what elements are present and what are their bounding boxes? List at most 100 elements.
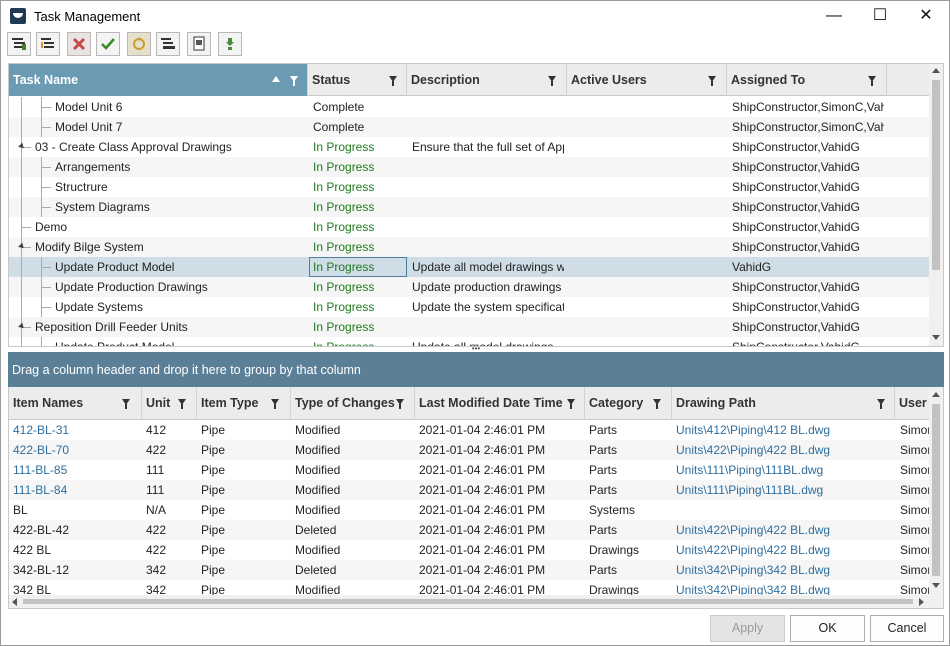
sort-ascending-icon[interactable] bbox=[272, 76, 280, 82]
scroll-down-arrow-icon[interactable] bbox=[932, 583, 940, 588]
task-grid-vertical-scrollbar[interactable] bbox=[929, 64, 943, 346]
drawing-path-cell[interactable]: Units\111\Piping\111BL.dwg bbox=[676, 460, 893, 480]
scroll-up-arrow-icon[interactable] bbox=[932, 392, 940, 397]
scroll-up-arrow-icon[interactable] bbox=[932, 68, 940, 73]
item-name-cell[interactable]: 111-BL-85 bbox=[13, 460, 140, 480]
filter-icon[interactable] bbox=[271, 399, 279, 409]
column-header-active-users[interactable]: Active Users bbox=[567, 64, 727, 96]
scrollbar-thumb[interactable] bbox=[23, 599, 913, 604]
column-header-user[interactable]: User bbox=[895, 387, 929, 420]
assign-icon[interactable] bbox=[156, 32, 180, 56]
collapse-arrow-icon[interactable] bbox=[18, 322, 26, 331]
cancel-button[interactable]: Cancel bbox=[870, 615, 944, 642]
change-row[interactable]: 422-BL-42 422 Pipe Deleted 2021-01-04 2:46:0… bbox=[9, 520, 929, 540]
column-header-category[interactable]: Category bbox=[585, 387, 672, 420]
task-row[interactable]: Update Systems In Progress Update the syst… bbox=[9, 297, 929, 317]
scrollbar-thumb[interactable] bbox=[932, 80, 940, 270]
filter-icon[interactable] bbox=[122, 399, 130, 409]
drawing-path-cell[interactable]: Units\422\Piping\422 BL.dwg bbox=[676, 440, 893, 460]
task-row[interactable]: Update Production Drawings In Progress Upd… bbox=[9, 277, 929, 297]
task-assigned-to-cell: ShipConstructor,SimonC,VahidG bbox=[732, 100, 884, 114]
change-type-cell: Modified bbox=[295, 503, 341, 517]
scrollbar-thumb[interactable] bbox=[932, 404, 940, 576]
task-row[interactable]: Model Unit 6 Complete ShipConstructor,Simo… bbox=[9, 97, 929, 117]
ok-button[interactable]: OK bbox=[790, 615, 865, 642]
column-header-description[interactable]: Description bbox=[407, 64, 567, 96]
filter-icon[interactable] bbox=[178, 399, 186, 409]
change-row[interactable]: 412-BL-31 412 Pipe Modified 2021-01-04 2:46:… bbox=[9, 420, 929, 440]
task-description-cell bbox=[412, 197, 564, 217]
scroll-down-arrow-icon[interactable] bbox=[932, 335, 940, 340]
task-row[interactable]: Update Product Model In Progress Update al… bbox=[9, 337, 929, 346]
column-header-last-modified[interactable]: Last Modified Date Time bbox=[415, 387, 585, 420]
transfer-icon[interactable] bbox=[218, 32, 242, 56]
filter-icon[interactable] bbox=[396, 399, 404, 409]
maximize-button[interactable]: ☐ bbox=[857, 1, 903, 31]
item-name-cell[interactable]: 342-BL-12 bbox=[13, 560, 140, 580]
changes-grid-horizontal-scrollbar[interactable] bbox=[9, 595, 943, 608]
add-task-icon[interactable] bbox=[7, 32, 31, 56]
collapse-arrow-icon[interactable] bbox=[18, 142, 26, 151]
item-name-cell[interactable]: 422-BL-70 bbox=[13, 440, 140, 460]
column-header-unit[interactable]: Unit bbox=[142, 387, 197, 420]
report-icon[interactable] bbox=[187, 32, 211, 56]
task-row[interactable]: Update Product Model In Progress Update al… bbox=[9, 257, 929, 277]
item-name-cell[interactable]: BL bbox=[13, 500, 140, 520]
item-name-cell[interactable]: 422 BL bbox=[13, 540, 140, 560]
filter-icon[interactable] bbox=[548, 76, 556, 86]
check-icon[interactable] bbox=[96, 32, 120, 56]
column-header-item-names[interactable]: Item Names bbox=[9, 387, 142, 420]
task-row[interactable]: Demo In Progress ShipConstructor,VahidG bbox=[9, 217, 929, 237]
column-header-assigned-to[interactable]: Assigned To bbox=[727, 64, 887, 96]
change-row[interactable]: 422-BL-70 422 Pipe Modified 2021-01-04 2:46:… bbox=[9, 440, 929, 460]
drawing-path-cell[interactable]: Units\342\Piping\342 BL.dwg bbox=[676, 560, 893, 580]
change-row[interactable]: BL N/A Pipe Modified 2021-01-04 2:46:01 PM Sy… bbox=[9, 500, 929, 520]
item-type-cell: Pipe bbox=[201, 443, 226, 457]
user-cell: SimonC bbox=[900, 543, 929, 557]
task-name-cell: Model Unit 6 bbox=[55, 100, 123, 114]
task-row[interactable]: Model Unit 7 Complete ShipConstructor,Simo… bbox=[9, 117, 929, 137]
item-name-cell[interactable]: 412-BL-31 bbox=[13, 420, 140, 440]
task-row[interactable]: Reposition Drill Feeder Units In Progress… bbox=[9, 317, 929, 337]
filter-icon[interactable] bbox=[290, 76, 298, 86]
drawing-path-cell[interactable]: Units\422\Piping\422 BL.dwg bbox=[676, 520, 893, 540]
task-row[interactable]: 03 - Create Class Approval Drawings In Pr… bbox=[9, 137, 929, 157]
filter-icon[interactable] bbox=[653, 399, 661, 409]
change-row[interactable]: 111-BL-84 111 Pipe Modified 2021-01-04 2:46:… bbox=[9, 480, 929, 500]
refresh-icon[interactable] bbox=[127, 32, 151, 56]
drawing-path-cell[interactable]: Units\422\Piping\422 BL.dwg bbox=[676, 540, 893, 560]
changes-grid-vertical-scrollbar[interactable] bbox=[929, 387, 943, 596]
task-row[interactable]: System Diagrams In Progress ShipConstructo… bbox=[9, 197, 929, 217]
item-name-cell[interactable]: 422-BL-42 bbox=[13, 520, 140, 540]
drawing-path-cell[interactable]: Units\111\Piping\111BL.dwg bbox=[676, 480, 893, 500]
column-header-status[interactable]: Status bbox=[308, 64, 407, 96]
task-active-users-cell bbox=[572, 97, 724, 117]
column-header-drawing-path[interactable]: Drawing Path bbox=[672, 387, 895, 420]
task-row[interactable]: Arrangements In Progress ShipConstructor,V… bbox=[9, 157, 929, 177]
minimize-button[interactable]: — bbox=[811, 1, 857, 31]
filter-icon[interactable] bbox=[567, 399, 575, 409]
close-button[interactable]: ✕ bbox=[903, 1, 949, 31]
column-header-type-of-changes[interactable]: Type of Changes bbox=[291, 387, 415, 420]
task-row[interactable]: Modify Bilge System In Progress ShipConstr… bbox=[9, 237, 929, 257]
scroll-left-arrow-icon[interactable] bbox=[12, 598, 17, 606]
change-row[interactable]: 111-BL-85 111 Pipe Modified 2021-01-04 2:46:… bbox=[9, 460, 929, 480]
delete-icon[interactable] bbox=[67, 32, 91, 56]
filter-icon[interactable] bbox=[708, 76, 716, 86]
filter-icon[interactable] bbox=[868, 76, 876, 86]
column-header-item-type[interactable]: Item Type bbox=[197, 387, 291, 420]
change-row[interactable]: 342-BL-12 342 Pipe Deleted 2021-01-04 2:46:0… bbox=[9, 560, 929, 580]
scroll-right-arrow-icon[interactable] bbox=[919, 598, 924, 606]
drawing-path-cell[interactable] bbox=[676, 500, 893, 520]
collapse-arrow-icon[interactable] bbox=[18, 242, 26, 251]
task-row[interactable]: Structrure In Progress ShipConstructor,Vah… bbox=[9, 177, 929, 197]
change-row[interactable]: 422 BL 422 Pipe Modified 2021-01-04 2:46:01 … bbox=[9, 540, 929, 560]
item-name-cell[interactable]: 111-BL-84 bbox=[13, 480, 140, 500]
filter-icon[interactable] bbox=[389, 76, 397, 86]
drawing-path-cell[interactable]: Units\412\Piping\412 BL.dwg bbox=[676, 420, 893, 440]
column-header-task-name[interactable]: Task Name bbox=[9, 64, 308, 96]
filter-icon[interactable] bbox=[877, 399, 885, 409]
group-by-panel[interactable]: Drag a column header and drop it here to… bbox=[8, 352, 944, 387]
apply-button[interactable]: Apply bbox=[710, 615, 785, 642]
add-subtask-icon[interactable] bbox=[36, 32, 60, 56]
